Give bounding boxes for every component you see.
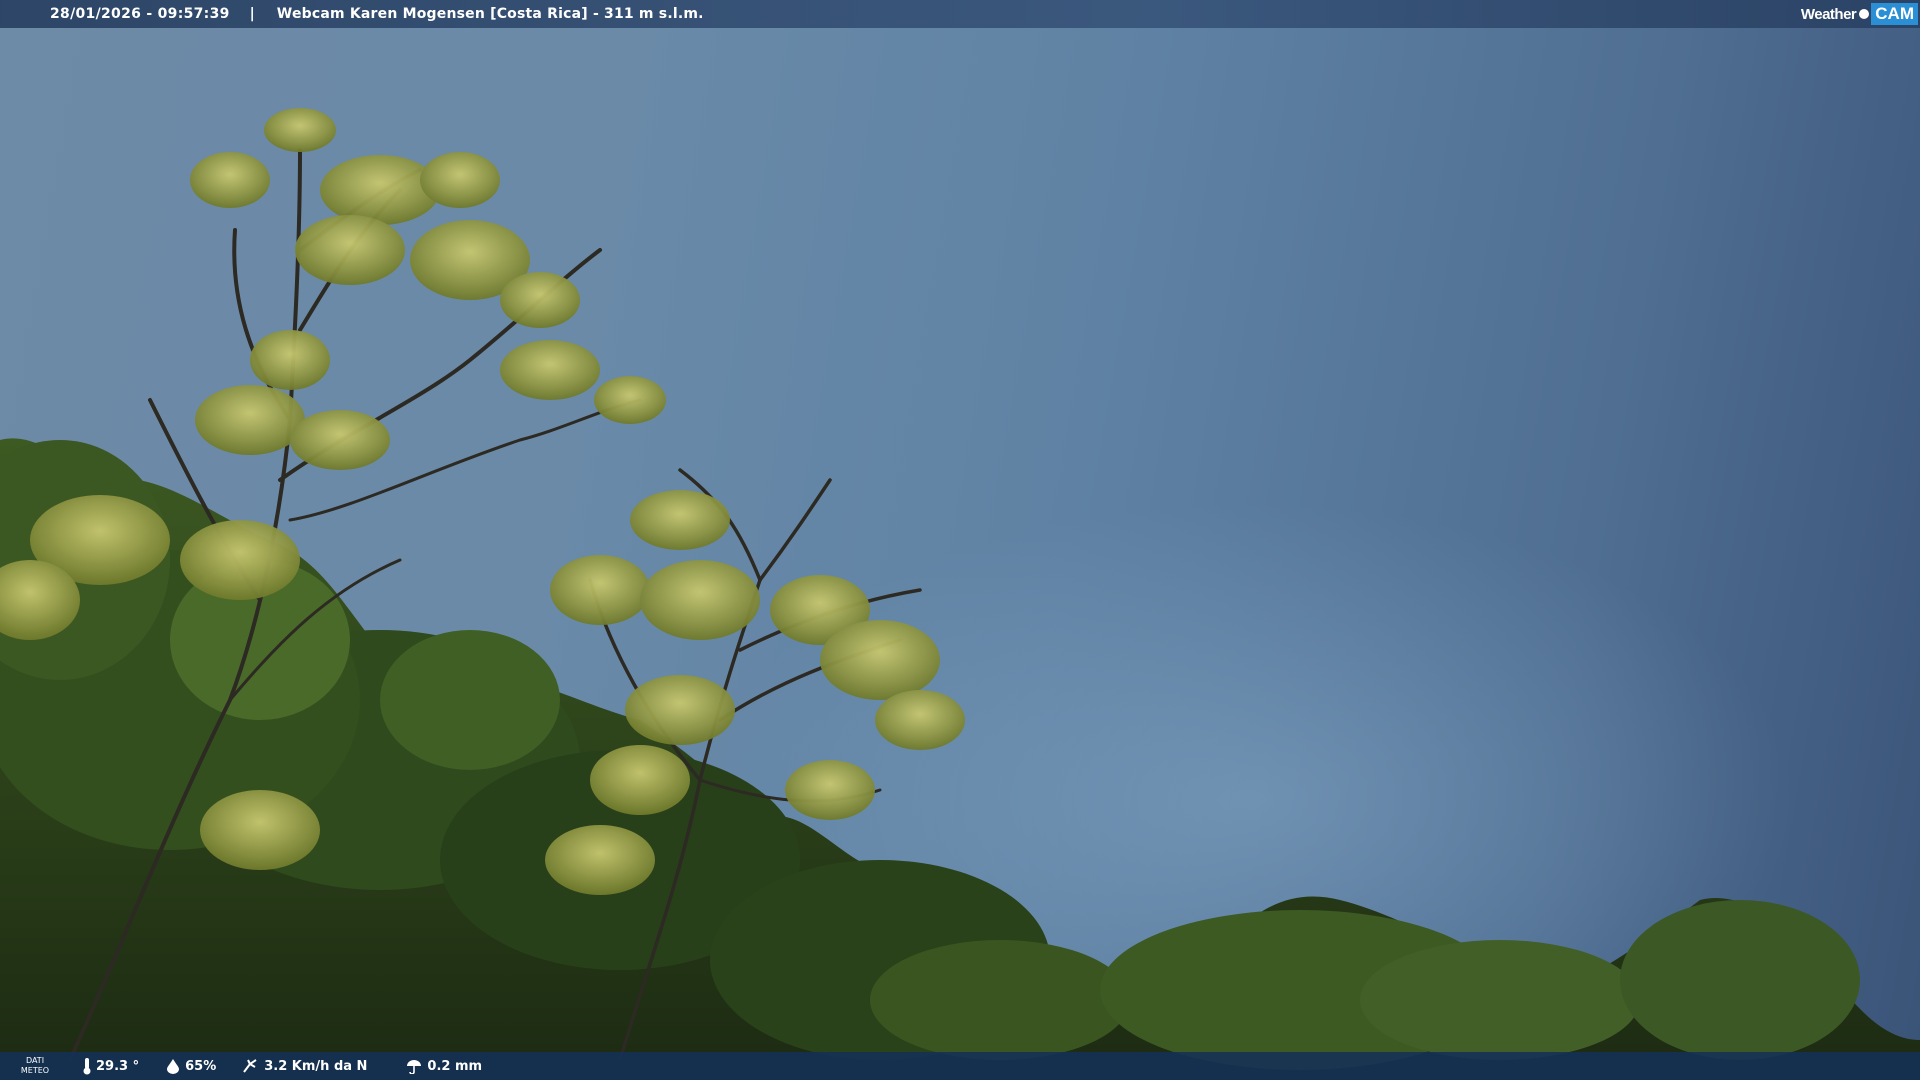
temperature-value: 29.3 ° xyxy=(96,1058,140,1074)
forest-scene xyxy=(0,108,1920,1080)
humidity-value: 65% xyxy=(185,1058,217,1074)
rain-icon xyxy=(407,1060,422,1074)
weathercam-logo[interactable]: Weather CAM xyxy=(1801,3,1918,25)
webcam-info-bar: 28/01/2026 - 09:57:39 | Webcam Karen Mog… xyxy=(0,0,1920,28)
timestamp: 28/01/2026 - 09:57:39 xyxy=(50,6,230,22)
webcam-frame: 28/01/2026 - 09:57:39 | Webcam Karen Mog… xyxy=(0,0,1920,1080)
wind-icon xyxy=(243,1059,257,1073)
humidity-drop-icon xyxy=(167,1059,180,1074)
rain-readout: 0.2 mm xyxy=(405,1058,482,1074)
rain-value: 0.2 mm xyxy=(427,1058,483,1074)
webcam-location: Webcam Karen Mogensen [Costa Rica] - 311… xyxy=(276,6,704,22)
weather-data-bar: DATI METEO 29.3 ° 65% 3.2 Km/h da N 0.2 … xyxy=(0,1052,1920,1080)
wind-value: 3.2 Km/h da N xyxy=(264,1058,368,1074)
separator: | xyxy=(249,6,255,22)
forest-canopy xyxy=(0,438,1920,1080)
logo-word: Weather xyxy=(1800,5,1857,23)
logo-dot-icon xyxy=(1859,9,1870,19)
weather-data-label: DATI METEO xyxy=(20,1056,50,1075)
temperature-readout: 29.3 ° xyxy=(82,1057,139,1075)
wind-readout: 3.2 Km/h da N xyxy=(242,1058,367,1074)
humidity-readout: 65% xyxy=(165,1058,216,1074)
logo-cam-badge: CAM xyxy=(1871,3,1918,25)
thermometer-icon xyxy=(83,1058,91,1075)
